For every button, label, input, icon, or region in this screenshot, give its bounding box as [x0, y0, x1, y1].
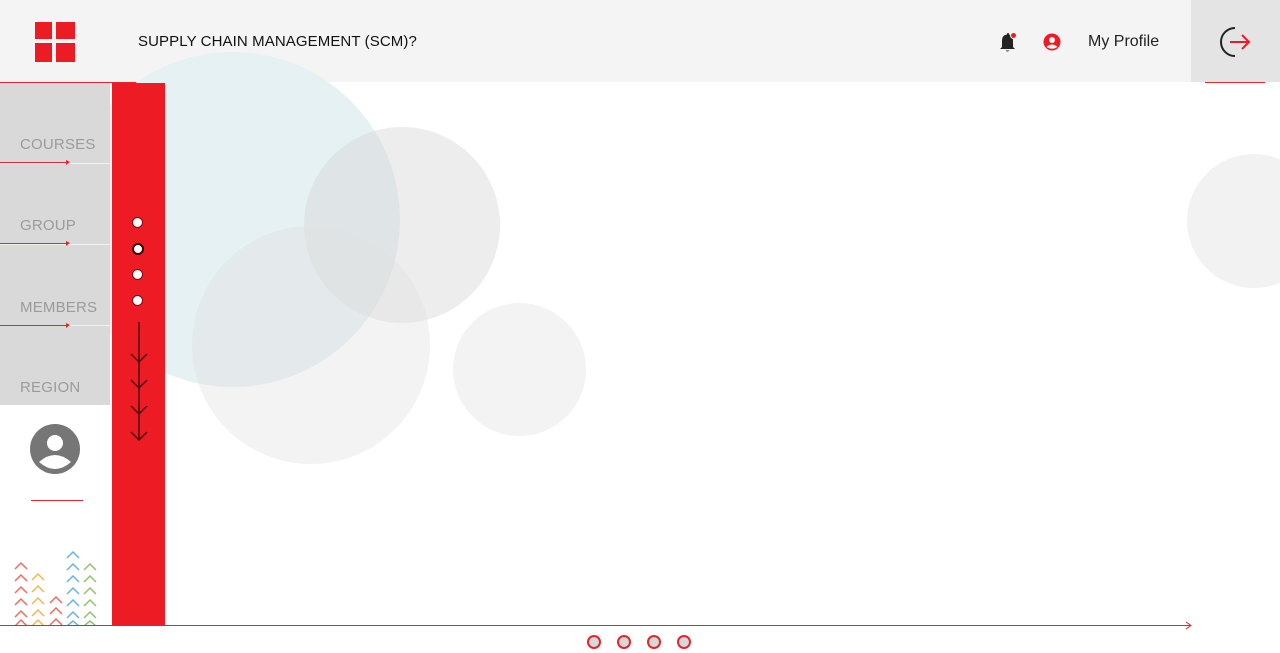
sidebar-item-underline: [0, 160, 70, 165]
sidebar-item-courses[interactable]: COURSES: [0, 83, 110, 165]
step-dot-4[interactable]: [132, 295, 143, 306]
sidebar-item-label: COURSES: [20, 136, 96, 153]
arrow-right-icon: [1185, 621, 1192, 630]
footer-line: [0, 625, 1190, 626]
pager-dot-3[interactable]: [647, 635, 661, 649]
page-title: SUPPLY CHAIN MANAGEMENT (SCM)?: [138, 33, 417, 50]
sidebar-item-underline: [0, 323, 70, 328]
pager-dot-4[interactable]: [677, 635, 691, 649]
sidebar-item-members[interactable]: MEMBERS: [0, 245, 110, 328]
decor-circle-lower: [192, 226, 430, 464]
user-avatar-icon[interactable]: [30, 424, 80, 474]
sidebar-item-region[interactable]: REGION: [0, 327, 110, 407]
my-profile-link[interactable]: My Profile: [1088, 33, 1159, 51]
sidebar: COURSES GROUP MEMBERS REGION: [0, 83, 110, 405]
sidebar-item-label: GROUP: [20, 217, 77, 234]
decor-circle-right: [1187, 154, 1280, 288]
logout-accent-line: [1205, 82, 1265, 83]
pager-dot-1[interactable]: [587, 635, 601, 649]
sidebar-item-underline: [0, 241, 70, 246]
sidebar-item-group[interactable]: GROUP: [0, 164, 110, 246]
pager-dot-2[interactable]: [617, 635, 631, 649]
step-dot-2-selected[interactable]: [132, 243, 144, 255]
chevron-pattern-decoration: [14, 550, 97, 626]
down-arrows-icon: [130, 322, 148, 442]
avatar-underline: [31, 500, 83, 501]
sidebar-item-label: MEMBERS: [20, 299, 98, 316]
step-dot-3[interactable]: [132, 269, 143, 280]
bell-icon[interactable]: [998, 31, 1018, 53]
app-logo-icon[interactable]: [35, 22, 75, 62]
user-circle-icon[interactable]: [1043, 33, 1061, 51]
step-dot-1[interactable]: [132, 217, 143, 228]
decor-circle-small: [453, 303, 586, 436]
logout-button[interactable]: [1191, 0, 1280, 82]
logout-icon: [1220, 27, 1251, 57]
sidebar-item-label: REGION: [20, 379, 81, 396]
